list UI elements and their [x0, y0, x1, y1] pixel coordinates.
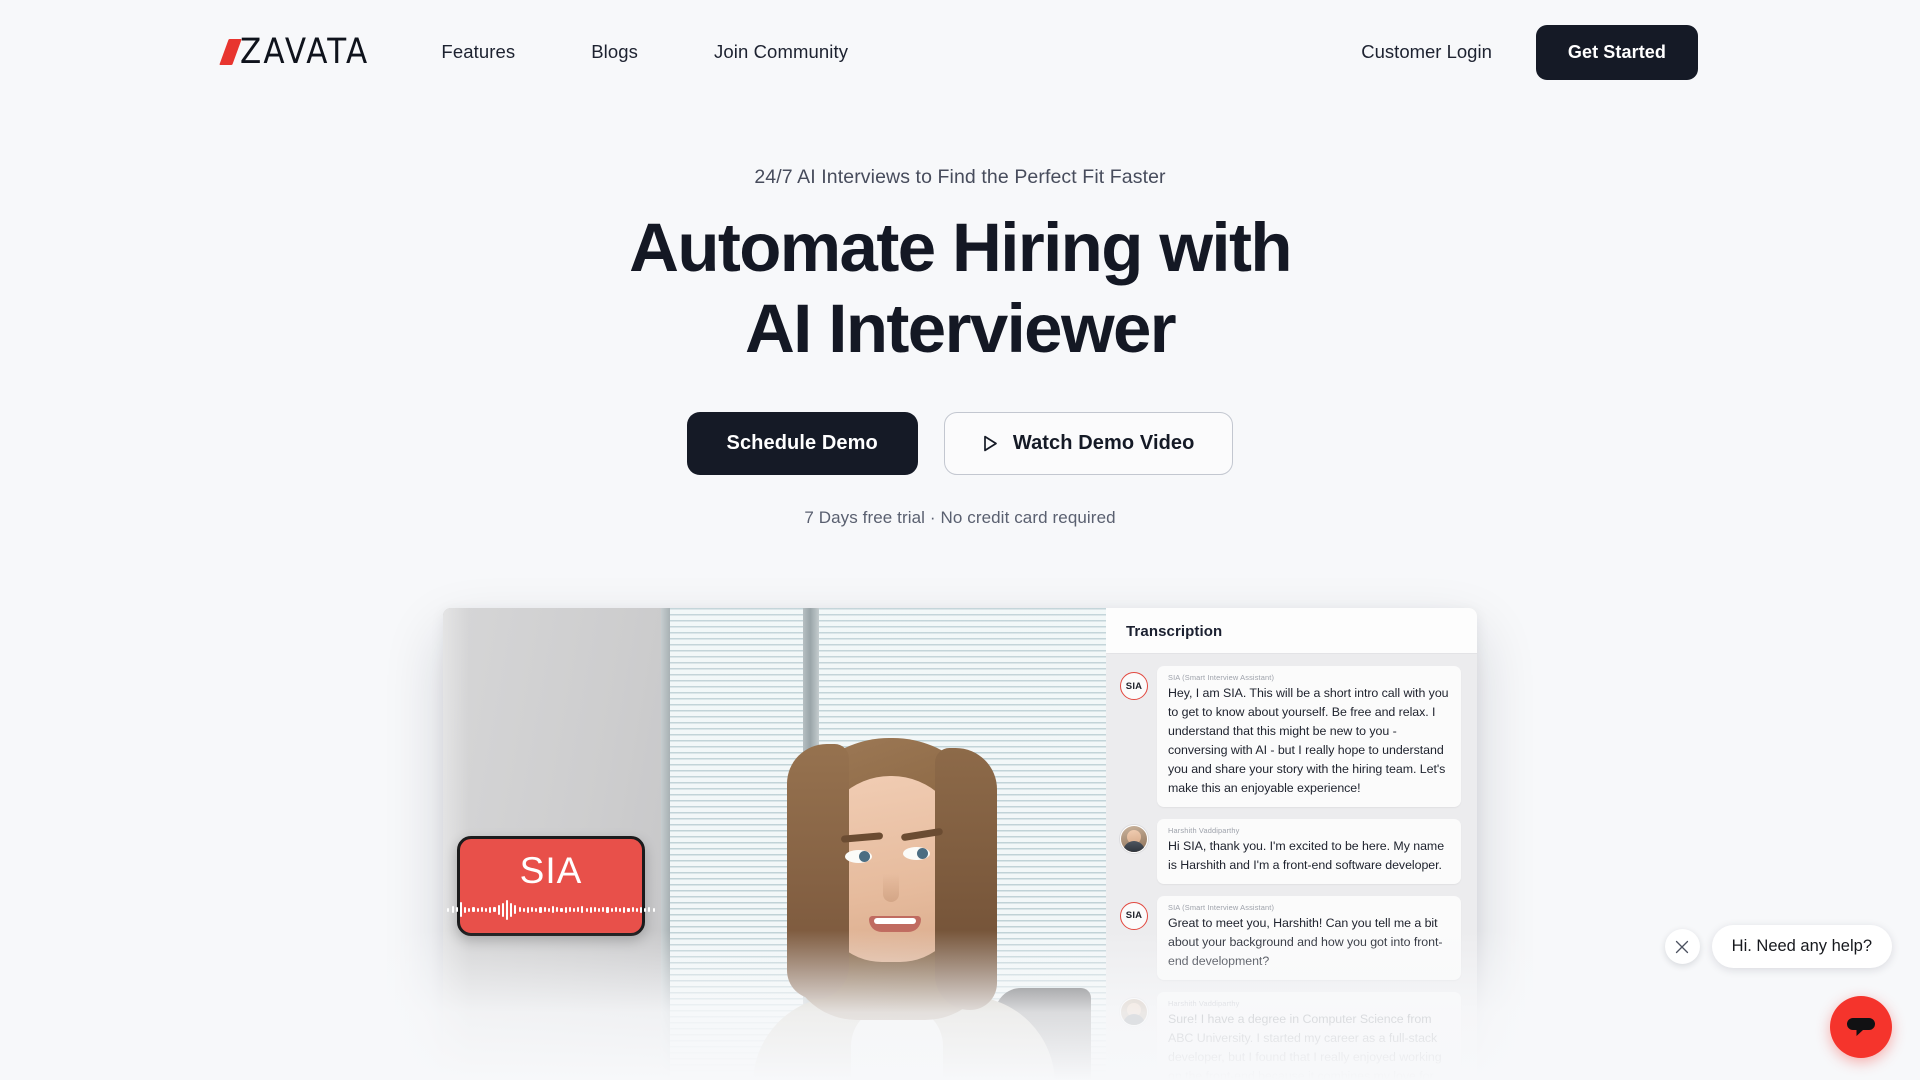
message-speaker: SIA (Smart Interview Assistant): [1168, 673, 1275, 682]
transcript-message: SIA SIA (Smart Interview Assistant) Great …: [1120, 895, 1461, 980]
nav-item-features[interactable]: Features: [441, 41, 515, 63]
transcription-panel: Transcription SIA SIA (Smart Interview As…: [1106, 608, 1477, 1080]
message-text: Great to meet you, Harshith! Can you tel…: [1168, 915, 1443, 968]
transcript-message: SIA SIA (Smart Interview Assistant) Hey, I…: [1120, 666, 1461, 807]
message-speaker: Harshith Vaddiparthy: [1168, 825, 1240, 835]
sia-avatar: SIA: [1120, 901, 1148, 930]
chat-widget-stack: Hi. Need any help?: [1664, 925, 1892, 1058]
chat-prompt-bubble[interactable]: Hi. Need any help?: [1711, 925, 1892, 968]
header-actions: Customer Login Get Started: [1361, 24, 1698, 80]
transcript-message: Harshith Vaddiparthy Sure! I have a degre…: [1120, 991, 1461, 1080]
chat-bubble-icon: [1847, 1018, 1875, 1036]
user-avatar: [1120, 997, 1148, 1026]
user-avatar: [1120, 824, 1148, 853]
site-header: ZAVATA Features Blogs Join Community Cus…: [0, 0, 1920, 104]
nav-item-blogs[interactable]: Blogs: [591, 41, 638, 63]
logo-slash-icon: [219, 39, 242, 65]
interview-video[interactable]: SIA: [443, 608, 1106, 1080]
headline-line-2: AI Interviewer: [744, 289, 1177, 367]
message-text: Sure! I have a degree in Computer Scienc…: [1168, 1011, 1442, 1080]
message-text: Hi SIA, thank you. I'm excited to be her…: [1168, 838, 1445, 872]
window-frame-left: [661, 608, 670, 1080]
trial-note: 7 Days free trial · No credit card requi…: [804, 508, 1116, 528]
message-bubble: Harshith Vaddiparthy Hi SIA, thank you. I…: [1157, 818, 1461, 884]
message-bubble: Harshith Vaddiparthy Sure! I have a degre…: [1157, 991, 1461, 1080]
chat-prompt-row: Hi. Need any help?: [1664, 925, 1892, 968]
schedule-demo-button[interactable]: Schedule Demo: [686, 412, 918, 476]
message-bubble: SIA (Smart Interview Assistant) Hey, I am…: [1157, 666, 1461, 807]
message-speaker: Harshith Vaddiparthy: [1168, 998, 1240, 1008]
demo-preview: SIA Transcription SIA SIA (Smart Intervie…: [443, 608, 1477, 1080]
watch-demo-video-label: Watch Demo Video: [1012, 432, 1195, 455]
logo[interactable]: ZAVATA: [219, 31, 370, 72]
headline-line-2-wrap: AI Interviewer: [744, 289, 1177, 367]
message-text: Hey, I am SIA. This will be a short intr…: [1168, 686, 1449, 795]
message-bubble: SIA (Smart Interview Assistant) Great to …: [1157, 895, 1461, 980]
transcription-list[interactable]: SIA SIA (Smart Interview Assistant) Hey, I…: [1106, 654, 1477, 1080]
logo-text: ZAVATA: [240, 31, 370, 72]
chat-launcher-button[interactable]: [1830, 996, 1892, 1058]
close-icon: [1676, 940, 1689, 953]
transcription-title: Transcription: [1106, 608, 1477, 654]
sia-avatar: SIA: [1120, 672, 1148, 700]
nav-item-join-community[interactable]: Join Community: [714, 41, 848, 63]
customer-login-link[interactable]: Customer Login: [1361, 41, 1492, 63]
sia-badge: SIA: [447, 836, 655, 936]
message-speaker: SIA (Smart Interview Assistant): [1168, 902, 1275, 912]
transcript-message: Harshith Vaddiparthy Hi SIA, thank you. I…: [1120, 818, 1461, 884]
primary-nav: Features Blogs Join Community: [441, 41, 848, 63]
play-icon: [983, 435, 997, 452]
chat-widget: Hi. Need any help?: [1664, 925, 1892, 1058]
watch-demo-video-button[interactable]: Watch Demo Video: [943, 412, 1234, 476]
page-title: Automate Hiring with AI Interviewer: [0, 209, 1920, 367]
headline-line-1: Automate Hiring with: [629, 209, 1292, 286]
audio-waveform-icon: [447, 899, 655, 921]
hero-section: 24/7 AI Interviews to Find the Perfect F…: [0, 104, 1920, 528]
sia-badge-label: SIA: [519, 849, 583, 891]
chat-close-button[interactable]: [1664, 929, 1700, 964]
get-started-button[interactable]: Get Started: [1535, 24, 1698, 80]
interviewee-figure: [743, 738, 1091, 1080]
hero-cta-row: Schedule Demo Watch Demo Video: [0, 412, 1920, 476]
hero-eyebrow: 24/7 AI Interviews to Find the Perfect F…: [754, 166, 1166, 188]
